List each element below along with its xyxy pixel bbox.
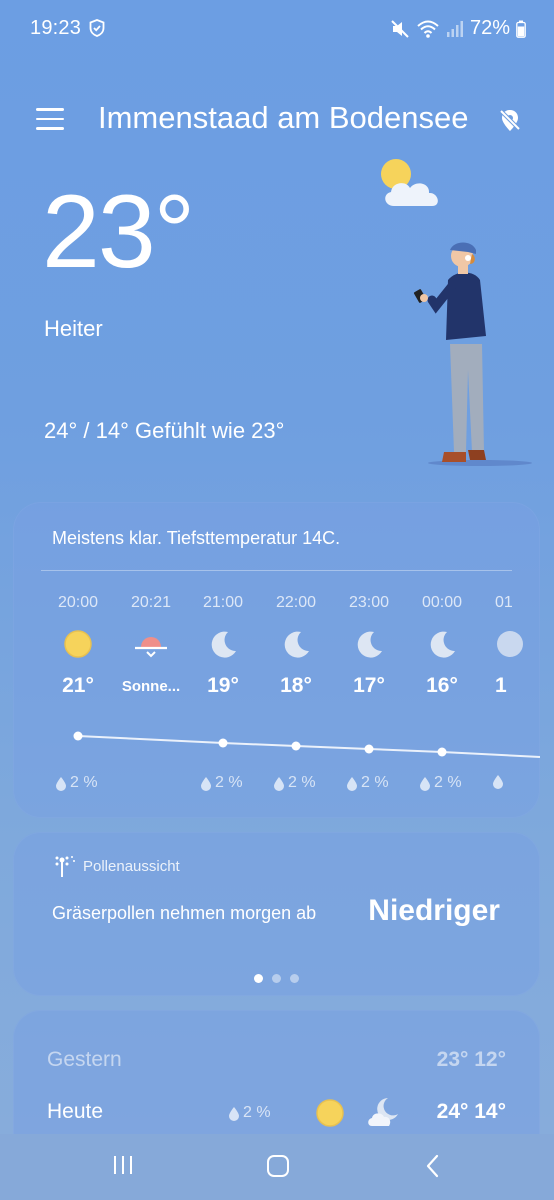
temperature-trend-line	[73, 731, 540, 758]
precip-value: 2 %	[243, 1104, 271, 1121]
location-title: Immenstaad am Bodensee	[98, 100, 469, 135]
high-low-temps: 24° / 14°	[44, 418, 129, 443]
precip-value: 2 %	[434, 774, 462, 791]
drop-icon	[56, 776, 66, 791]
status-bar: 19:23 72%	[0, 0, 554, 58]
condition-text: Heiter	[44, 316, 103, 341]
trend-point	[218, 738, 228, 748]
drop-icon	[201, 776, 211, 791]
precip-value: 2 %	[215, 774, 243, 791]
moon-icon	[495, 624, 527, 664]
daily-temps: 24° 14°	[436, 1100, 506, 1123]
pollen-card[interactable]: Pollenaussicht Gräserpollen nehmen morge…	[13, 832, 540, 996]
precip-item: 2 %	[273, 774, 316, 792]
hour-time: 01	[495, 594, 513, 611]
hour-item[interactable]: 20:21 Sonne...	[111, 594, 191, 695]
partly-cloudy-icon	[376, 156, 450, 217]
hour-time: 00:00	[421, 594, 463, 611]
hour-temp: Sonne...	[121, 678, 181, 695]
hour-item[interactable]: 01 1	[475, 594, 527, 698]
sun-icon	[315, 1098, 345, 1133]
precip-value: 2 %	[288, 774, 316, 791]
pollen-description: Gräserpollen nehmen morgen ab	[52, 903, 317, 923]
daily-row[interactable]: Gestern 23° 12°	[13, 1042, 540, 1082]
wifi-icon	[416, 19, 440, 39]
divider	[41, 570, 512, 571]
precip-item: 2 %	[200, 774, 243, 792]
moon-icon	[256, 624, 336, 664]
daily-temps: 23° 12°	[436, 1048, 506, 1071]
pollen-title: Pollenaussicht	[83, 858, 180, 875]
hour-temp: 17°	[353, 674, 385, 697]
hour-temp: 18°	[280, 674, 312, 697]
page-dot[interactable]	[272, 974, 281, 983]
trend-point	[73, 731, 83, 741]
temperature-range: 24° / 14° Gefühlt wie 23°	[44, 418, 284, 444]
hour-item[interactable]: 21:00 19°	[183, 594, 263, 698]
hour-item[interactable]: 22:00 18°	[256, 594, 336, 698]
trend-point	[364, 744, 374, 754]
current-temperature: 23°	[42, 174, 195, 290]
hour-temp: 19°	[207, 674, 239, 697]
precip-item: 2 %	[346, 774, 389, 792]
mute-icon	[390, 19, 410, 39]
pollen-level: Niedriger	[368, 894, 500, 927]
hour-time: 20:21	[130, 594, 172, 611]
person-illustration	[410, 240, 534, 475]
location-off-icon[interactable]	[498, 108, 522, 139]
hourly-summary: Meistens klar. Tiefsttemperatur 14C.	[52, 528, 341, 548]
drop-icon	[274, 776, 284, 791]
shield-icon	[89, 19, 105, 42]
drop-icon	[493, 775, 503, 789]
page-dot[interactable]	[290, 974, 299, 983]
daily-row[interactable]: Heute 2 % 24° 14°	[13, 1094, 540, 1134]
page-dot[interactable]	[254, 974, 263, 983]
hour-item[interactable]: 20:00 21°	[38, 594, 118, 698]
navigation-bar	[0, 1134, 554, 1200]
recent-apps-icon[interactable]	[112, 1154, 134, 1181]
drop-icon	[347, 776, 357, 791]
sunset-icon	[111, 624, 191, 664]
feels-like: Gefühlt wie 23°	[135, 418, 285, 443]
precip-value: 2 %	[70, 774, 98, 791]
trend-point	[437, 747, 447, 757]
battery-level: 72%	[469, 17, 510, 39]
hour-temp: 1	[495, 674, 507, 697]
menu-icon[interactable]	[36, 108, 64, 132]
moon-icon	[329, 624, 409, 664]
battery-icon	[516, 20, 526, 38]
daily-day: Heute	[47, 1100, 104, 1123]
home-icon[interactable]	[266, 1154, 290, 1183]
moon-icon	[402, 624, 482, 664]
precip-item	[492, 774, 504, 789]
hour-item[interactable]: 00:00 16°	[402, 594, 482, 698]
moon-cloud-icon	[366, 1096, 400, 1133]
drop-icon	[420, 776, 430, 791]
hour-temp: 21°	[62, 674, 94, 697]
trend-point	[291, 741, 301, 751]
hour-temp: 16°	[426, 674, 458, 697]
precip-value: 2 %	[361, 774, 389, 791]
hourly-forecast-card[interactable]: Meistens klar. Tiefsttemperatur 14C. 20:…	[13, 502, 540, 818]
hour-time: 22:00	[275, 594, 317, 611]
drop-icon	[229, 1106, 239, 1121]
signal-icon	[446, 20, 464, 38]
hour-time: 23:00	[348, 594, 390, 611]
moon-icon	[183, 624, 263, 664]
precip-item: 2 %	[55, 774, 98, 792]
pollen-icon	[53, 854, 77, 883]
hour-item[interactable]: 23:00 17°	[329, 594, 409, 698]
back-icon[interactable]	[424, 1154, 442, 1183]
sun-icon	[38, 624, 118, 664]
hour-time: 21:00	[202, 594, 244, 611]
hour-time: 20:00	[57, 594, 99, 611]
daily-precip: 2 %	[228, 1104, 271, 1122]
precip-item: 2 %	[419, 774, 462, 792]
daily-day: Gestern	[47, 1048, 122, 1071]
status-time: 19:23	[30, 17, 82, 39]
page-indicator[interactable]	[254, 974, 299, 983]
